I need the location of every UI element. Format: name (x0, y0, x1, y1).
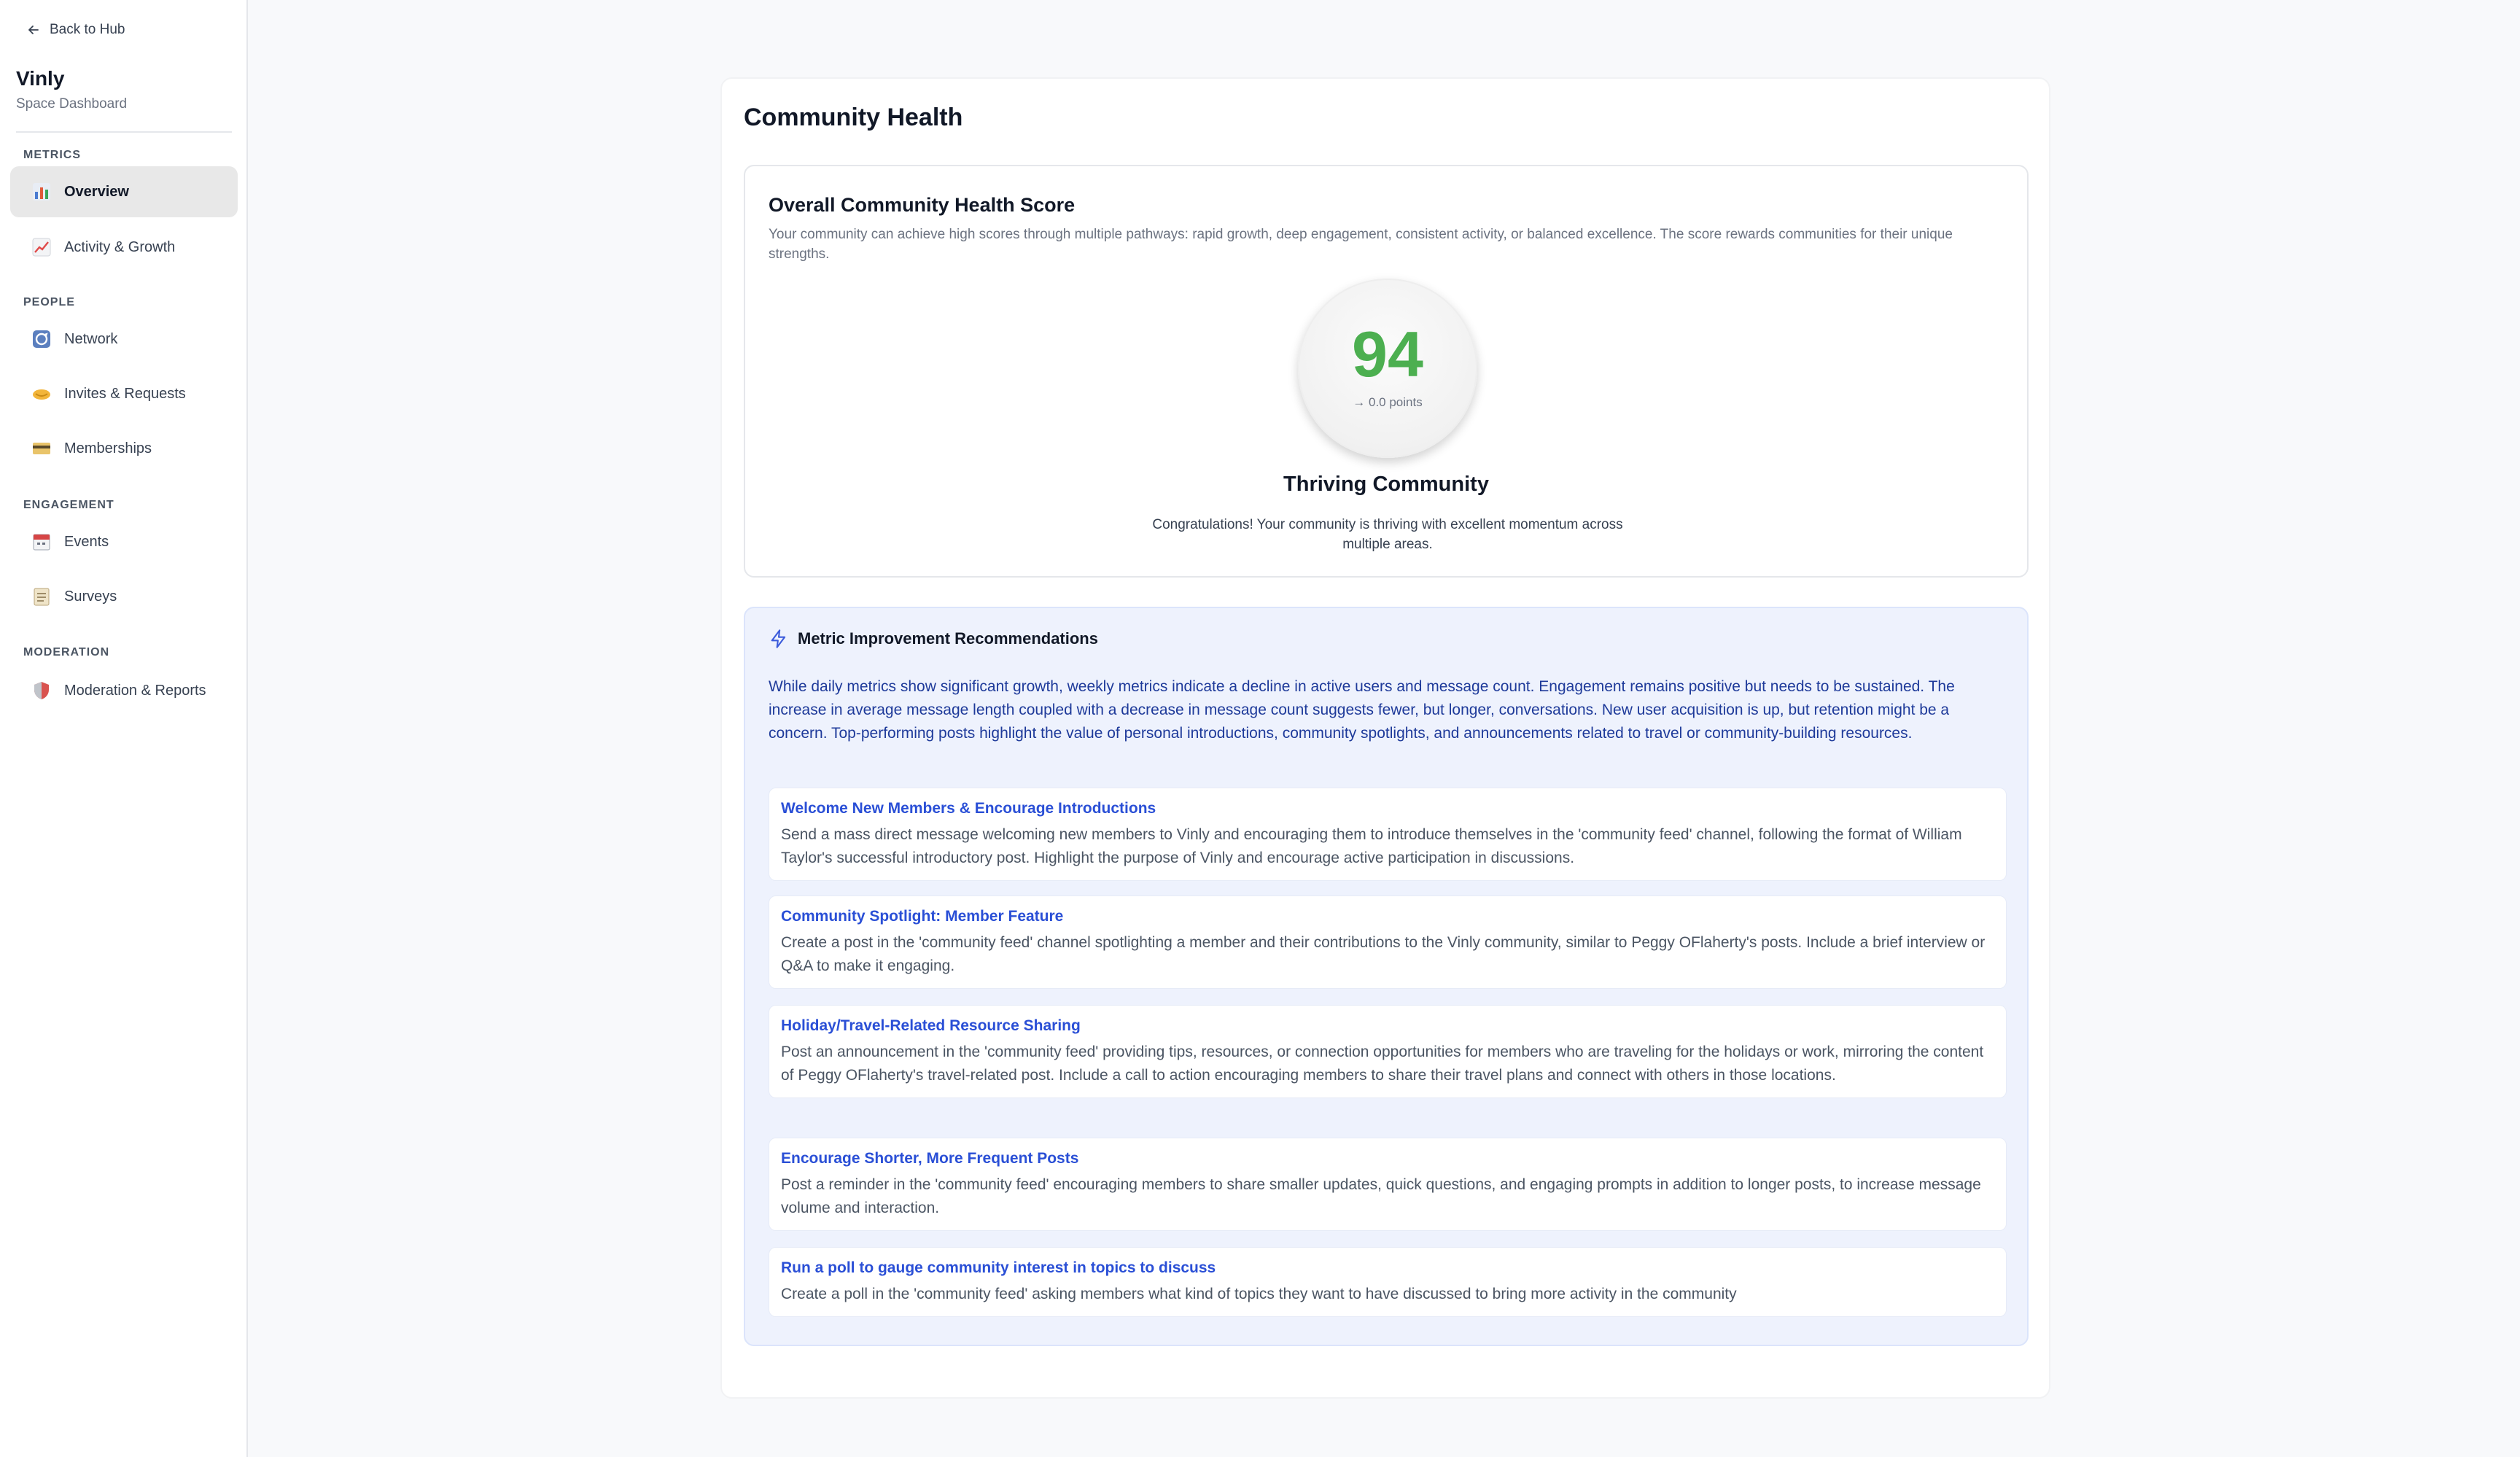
recommendation-text: Post a reminder in the 'community feed' … (781, 1176, 1981, 1216)
sidebar-item-invites-requests[interactable]: Invites & Requests (10, 368, 238, 419)
recommendation-title[interactable]: Encourage Shorter, More Frequent Posts (781, 1149, 1994, 1169)
sidebar-item-memberships[interactable]: Memberships (10, 423, 238, 474)
recommendation-title[interactable]: Run a poll to gauge community interest i… (781, 1258, 1994, 1278)
health-score-card: Overall Community Health Score Your comm… (744, 165, 2029, 578)
trend-chart-icon (31, 236, 52, 258)
recommendation-text: Create a poll in the 'community feed' as… (781, 1286, 1737, 1302)
health-score-description: Your community can achieve high scores t… (769, 227, 1953, 262)
recommendation-title[interactable]: Community Spotlight: Member Feature (781, 906, 1994, 927)
sidebar-item-label: Invites & Requests (64, 385, 186, 402)
back-to-hub-link[interactable]: Back to Hub (26, 22, 125, 38)
handshake-icon (31, 383, 52, 405)
health-score-value: 94 (1352, 318, 1423, 390)
recommendation-title[interactable]: Welcome New Members & Encourage Introduc… (781, 799, 1994, 819)
health-score-label: Thriving Community (1283, 473, 1489, 496)
calendar-icon (31, 531, 52, 553)
recommendation-text: Create a post in the 'community feed' ch… (781, 934, 1986, 974)
recommendation-item[interactable]: Welcome New Members & Encourage Introduc… (769, 788, 2007, 881)
network-icon (31, 328, 52, 350)
arrow-left-icon (28, 26, 39, 34)
recommendations-title: Metric Improvement Recommendations (798, 629, 1098, 648)
recommendation-item[interactable]: Community Spotlight: Member Feature Crea… (769, 895, 2007, 989)
health-score-message: Congratulations! Your community is thriv… (1152, 517, 1623, 552)
section-label-metrics: METRICS (23, 149, 81, 161)
health-score-title: Overall Community Health Score (769, 194, 1076, 216)
recommendations-card: Metric Improvement Recommendations While… (744, 607, 2029, 1346)
lightning-icon (771, 629, 786, 648)
sidebar-item-label: Overview (64, 183, 129, 200)
back-to-hub-label: Back to Hub (50, 22, 125, 37)
sidebar-item-label: Memberships (64, 440, 152, 456)
sidebar: Back to Hub Vinly Space Dashboard METRIC… (0, 0, 248, 1457)
recommendation-text: Send a mass direct message welcoming new… (781, 826, 1962, 866)
sidebar-item-label: Network (64, 330, 118, 347)
recommendation-item[interactable]: Holiday/Travel-Related Resource Sharing … (769, 1005, 2007, 1098)
section-label-people: PEOPLE (23, 296, 75, 308)
section-label-engagement: ENGAGEMENT (23, 499, 114, 511)
recommendation-item[interactable]: Run a poll to gauge community interest i… (769, 1247, 2007, 1317)
recommendation-text: Post an announcement in the 'community f… (781, 1044, 1984, 1084)
shield-icon (31, 680, 52, 702)
sidebar-item-label: Surveys (64, 588, 117, 605)
section-label-moderation: MODERATION (23, 646, 110, 658)
credit-card-icon (31, 438, 52, 459)
recommendation-title[interactable]: Holiday/Travel-Related Resource Sharing (781, 1016, 1994, 1036)
sidebar-item-network[interactable]: Network (10, 314, 238, 365)
bar-chart-icon (31, 181, 52, 203)
sidebar-divider (16, 131, 232, 133)
recommendations-header: Metric Improvement Recommendations (769, 629, 1098, 649)
sidebar-item-label: Events (64, 533, 109, 550)
sidebar-item-label: Activity & Growth (64, 238, 176, 255)
space-subtitle: Space Dashboard (16, 96, 128, 112)
recommendation-item[interactable]: Encourage Shorter, More Frequent Posts P… (769, 1138, 2007, 1231)
sidebar-item-label: Moderation & Reports (64, 682, 206, 699)
page-title: Community Health (744, 104, 963, 131)
health-score-gauge: 94 → 0.0 points (1298, 279, 1477, 458)
main-panel: Community Health Overall Community Healt… (720, 77, 2050, 1399)
sidebar-item-moderation-reports[interactable]: Moderation & Reports (10, 665, 238, 716)
space-name: Vinly (16, 67, 65, 90)
sidebar-item-activity-growth[interactable]: Activity & Growth (10, 222, 238, 273)
recommendations-summary: While daily metrics show significant gro… (769, 678, 1955, 742)
clipboard-icon (31, 586, 52, 607)
sidebar-item-surveys[interactable]: Surveys (10, 571, 238, 622)
sidebar-item-overview[interactable]: Overview (10, 166, 238, 217)
sidebar-item-events[interactable]: Events (10, 516, 238, 567)
health-score-change: → 0.0 points (1353, 395, 1423, 409)
